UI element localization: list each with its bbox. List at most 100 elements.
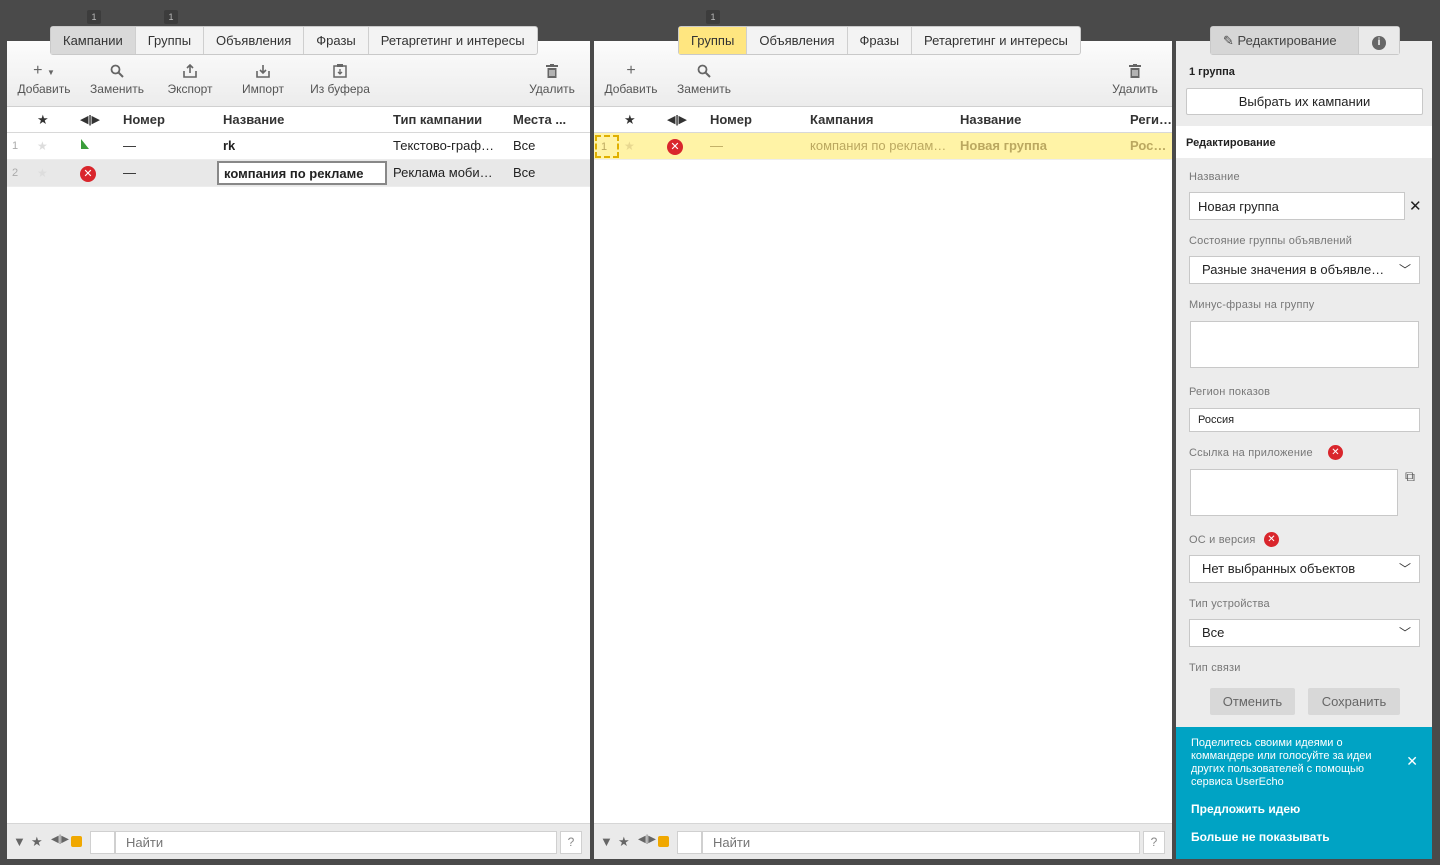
export-button[interactable]: Экспорт	[165, 61, 215, 96]
tab-phrases[interactable]: Фразы	[848, 27, 913, 54]
from-buffer-button[interactable]: Из буфера	[307, 61, 373, 96]
table-row[interactable]: 2 ★ ✕ — компания по рекламе Реклама моби…	[7, 160, 590, 187]
add-button[interactable]: + ▼ Добавить	[16, 61, 72, 96]
star-column-icon[interactable]: ★	[624, 107, 636, 133]
clipboard-icon	[307, 61, 373, 81]
star-icon[interactable]: ★	[624, 133, 635, 159]
import-button[interactable]: Импорт	[240, 61, 286, 96]
tab-editing[interactable]: ✎ Редактирование	[1211, 27, 1359, 54]
section-title: Редактирование	[1186, 137, 1276, 149]
tab-info[interactable]: i	[1359, 27, 1399, 54]
pencil-icon: ✎	[1223, 33, 1234, 48]
delete-button[interactable]: Удалить	[1110, 61, 1160, 96]
star-filter-icon[interactable]: ★	[31, 834, 43, 850]
column-campaign-type[interactable]: Тип кампании	[393, 107, 482, 133]
tab-counter: 1	[164, 10, 178, 24]
minus-phrases-textarea[interactable]	[1190, 321, 1419, 368]
tab-counter: 1	[706, 10, 720, 24]
tab-ads[interactable]: Объявления	[747, 27, 848, 54]
tab-groups[interactable]: Группы	[679, 27, 748, 54]
tab-phrases[interactable]: Фразы	[304, 27, 369, 54]
column-region[interactable]: Регион	[1130, 107, 1172, 133]
cancel-button[interactable]: Отменить	[1210, 688, 1295, 715]
status-column-icon[interactable]: ◀|▶	[80, 107, 100, 133]
column-number[interactable]: Номер	[710, 107, 752, 133]
row-name-editing[interactable]: компания по рекламе	[217, 161, 387, 185]
export-icon	[165, 61, 215, 81]
editor-tabbar: ✎ Редактирование i	[1210, 26, 1400, 55]
search-input[interactable]	[116, 832, 556, 853]
trash-icon	[1110, 61, 1160, 81]
row-type: Текстово-граф…	[393, 138, 495, 153]
tab-campaigns[interactable]: Кампании	[51, 27, 136, 54]
help-button[interactable]: ?	[560, 831, 582, 854]
search-input[interactable]	[703, 832, 1139, 853]
tab-retargeting[interactable]: Ретаргетинг и интересы	[912, 27, 1080, 54]
column-name[interactable]: Название	[223, 107, 284, 133]
connection-label: Тип связи	[1189, 662, 1241, 674]
chevron-down-icon: ﹀	[1398, 626, 1411, 640]
suggest-idea-link[interactable]: Предложить идею	[1191, 802, 1300, 816]
clear-icon[interactable]: ✕	[1409, 197, 1422, 215]
tab-retargeting[interactable]: Ретаргетинг и интересы	[369, 27, 537, 54]
save-button[interactable]: Сохранить	[1308, 688, 1400, 715]
groups-panel: + Добавить Заменить Удалить ★ ◀|▶ Номер …	[594, 41, 1172, 859]
green-flag-icon	[80, 133, 90, 159]
help-button[interactable]: ?	[1143, 831, 1165, 854]
name-label: Название	[1189, 171, 1240, 183]
delete-button[interactable]: Удалить	[527, 61, 577, 96]
table-row[interactable]: 1 ★ — rk Текстово-граф… Все	[7, 133, 590, 160]
name-field[interactable]	[1189, 192, 1405, 220]
error-icon: ✕	[667, 138, 683, 155]
filter-icon[interactable]: ▼	[13, 834, 26, 849]
tab-groups[interactable]: Группы	[136, 27, 205, 54]
device-select[interactable]: Все ﹀	[1189, 619, 1420, 647]
banner-text: Поделитесь своими идеями о коммандере ил…	[1191, 737, 1372, 788]
dont-show-link[interactable]: Больше не показывать	[1191, 830, 1330, 844]
row-name[interactable]: rk	[223, 133, 235, 159]
plus-icon: + ▼	[33, 62, 55, 79]
search-input-wrap	[702, 831, 1140, 854]
close-icon[interactable]: ✕	[1406, 753, 1418, 770]
middle-tabbar: Группы Объявления Фразы Ретаргетинг и ин…	[678, 26, 1081, 55]
status-filter-icon[interactable]: ◀|▶	[638, 834, 656, 845]
device-label: Тип устройства	[1189, 598, 1270, 610]
star-filter-icon[interactable]: ★	[618, 834, 630, 850]
state-select[interactable]: Разные значения в объявле… ﹀	[1189, 256, 1420, 284]
row-places: Все	[513, 138, 536, 153]
column-name[interactable]: Название	[960, 107, 1021, 133]
badge-filter-icon[interactable]	[658, 836, 669, 847]
column-number[interactable]: Номер	[123, 107, 165, 133]
row-number: —	[123, 138, 136, 153]
filter-icon[interactable]: ▼	[600, 834, 613, 849]
left-tabbar: Кампании Группы Объявления Фразы Ретарге…	[50, 26, 538, 55]
status-filter-icon[interactable]: ◀|▶	[51, 834, 69, 845]
badge-filter-icon[interactable]	[71, 836, 82, 847]
star-icon[interactable]: ★	[37, 133, 48, 159]
state-label: Состояние группы объявлений	[1189, 235, 1353, 247]
editor-panel: 1 группа Выбрать их кампании Редактирова…	[1176, 41, 1432, 859]
star-icon[interactable]: ★	[37, 160, 48, 186]
chevron-down-icon: ﹀	[1398, 263, 1411, 277]
choose-campaigns-button[interactable]: Выбрать их кампании	[1186, 88, 1423, 115]
region-field[interactable]: Россия	[1189, 408, 1420, 432]
app-link-textarea[interactable]	[1190, 469, 1398, 516]
tab-ads[interactable]: Объявления	[204, 27, 305, 54]
row-number: —	[123, 165, 136, 180]
app-link-label: Ссылка на приложение	[1189, 447, 1313, 459]
star-column-icon[interactable]: ★	[37, 107, 49, 133]
os-select[interactable]: Нет выбранных объектов ﹀	[1189, 555, 1420, 583]
search-icon	[676, 61, 732, 81]
external-link-icon[interactable]: ⧉	[1405, 468, 1415, 485]
selection-count: 1 группа	[1189, 66, 1235, 78]
column-places[interactable]: Места ...	[513, 107, 583, 133]
replace-button[interactable]: Заменить	[676, 61, 732, 96]
replace-button[interactable]: Заменить	[89, 61, 145, 96]
row-places: Все	[513, 165, 536, 180]
status-column-icon[interactable]: ◀|▶	[667, 107, 687, 133]
add-button[interactable]: + Добавить	[603, 61, 659, 96]
table-row[interactable]: 1 ★ ✕ — компания по реклам… Новая группа…	[594, 133, 1172, 160]
os-label: ОС и версия	[1189, 534, 1256, 546]
row-name[interactable]: Новая группа	[960, 133, 1047, 159]
column-campaign[interactable]: Кампания	[810, 107, 873, 133]
